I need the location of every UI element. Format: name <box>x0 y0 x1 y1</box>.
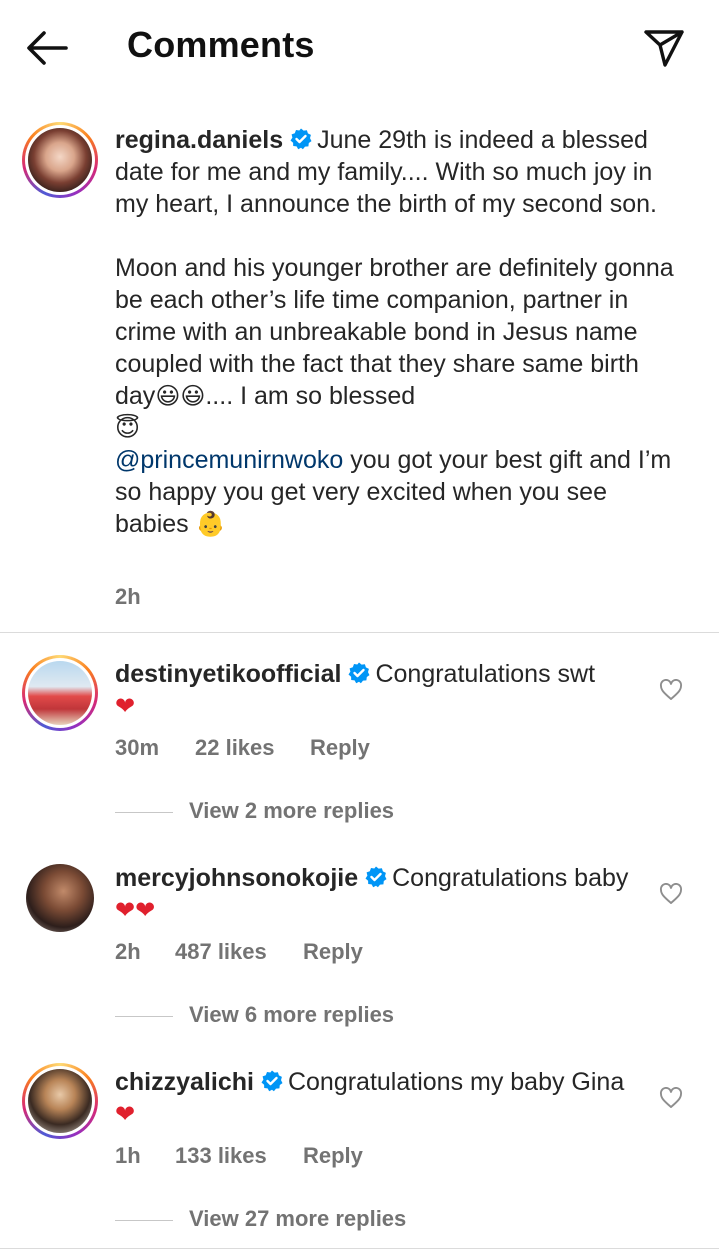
comment-likes[interactable]: 133 likes <box>175 1143 267 1169</box>
header-bar: Comments <box>0 0 719 96</box>
avatar[interactable] <box>22 655 98 731</box>
comment-body: Congratulations my baby Gina <box>287 1068 625 1096</box>
divider <box>0 1248 719 1249</box>
share-button[interactable] <box>642 28 686 68</box>
comment-body: Congratulations baby <box>392 864 629 892</box>
comment-username[interactable]: chizzyalichi <box>115 1068 254 1096</box>
profile-photo-destiny <box>28 661 92 725</box>
red-heart-emoji: ❤ <box>115 692 136 720</box>
comment-likes[interactable]: 487 likes <box>175 939 267 965</box>
comment-username[interactable]: destinyetikoofficial <box>115 660 341 688</box>
profile-photo-mercy <box>26 864 94 932</box>
verified-badge-icon <box>290 128 312 150</box>
caption-text: regina.daniels June 29th is indeed a bles… <box>115 124 675 540</box>
view-replies-label: View 2 more replies <box>189 798 395 823</box>
comment-username[interactable]: mercyjohnsonokojie <box>115 864 358 892</box>
caption-text-part-3: .... I am so blessed <box>205 382 416 410</box>
back-button[interactable] <box>24 28 70 68</box>
profile-photo-regina <box>28 128 92 192</box>
avatar[interactable] <box>22 1063 98 1139</box>
reply-button[interactable]: Reply <box>303 939 363 965</box>
view-replies-label: View 6 more replies <box>189 1002 395 1027</box>
avatar[interactable] <box>26 864 94 932</box>
comment-text: mercyjohnsonokojie Congratulations baby ❤❤ <box>115 862 645 926</box>
arrow-left-icon <box>27 31 68 65</box>
caption-username[interactable]: regina.daniels <box>115 126 283 154</box>
comment-text: destinyetikoofficial Congratulations swt … <box>115 658 645 722</box>
grinning-emoji: 😃😃 <box>155 382 206 410</box>
comment-likes[interactable]: 22 likes <box>195 735 275 761</box>
verified-badge-icon <box>261 1070 283 1092</box>
baby-emoji: 👶 <box>195 510 226 538</box>
heart-outline-icon[interactable] <box>659 1087 683 1109</box>
reply-button[interactable]: Reply <box>303 1143 363 1169</box>
comment-body: Congratulations swt <box>375 660 596 688</box>
view-replies-label: View 27 more replies <box>189 1206 407 1231</box>
verified-badge-icon <box>348 662 370 684</box>
mention-link[interactable]: @princemunirnwoko <box>115 446 343 474</box>
replies-line <box>115 812 173 813</box>
replies-line <box>115 1220 173 1221</box>
divider <box>0 632 719 633</box>
red-heart-emoji: ❤❤ <box>115 896 156 924</box>
reply-button[interactable]: Reply <box>310 735 370 761</box>
paper-plane-icon <box>644 30 684 67</box>
comment-time: 30m <box>115 735 160 760</box>
profile-photo-chizzy <box>28 1069 92 1133</box>
comment-text: chizzyalichi Congratulations my baby Gina… <box>115 1066 645 1130</box>
heart-outline-icon[interactable] <box>659 883 683 905</box>
page-title: Comments <box>127 24 315 65</box>
halo-emoji: 😇 <box>115 414 141 442</box>
comment-time: 1h <box>115 1143 141 1168</box>
avatar[interactable] <box>22 122 98 198</box>
comment-time: 2h <box>115 939 141 964</box>
heart-outline-icon[interactable] <box>659 679 683 701</box>
red-heart-emoji: ❤ <box>115 1100 136 1128</box>
caption-time: 2h <box>115 584 141 609</box>
replies-line <box>115 1016 173 1017</box>
verified-badge-icon <box>365 866 387 888</box>
